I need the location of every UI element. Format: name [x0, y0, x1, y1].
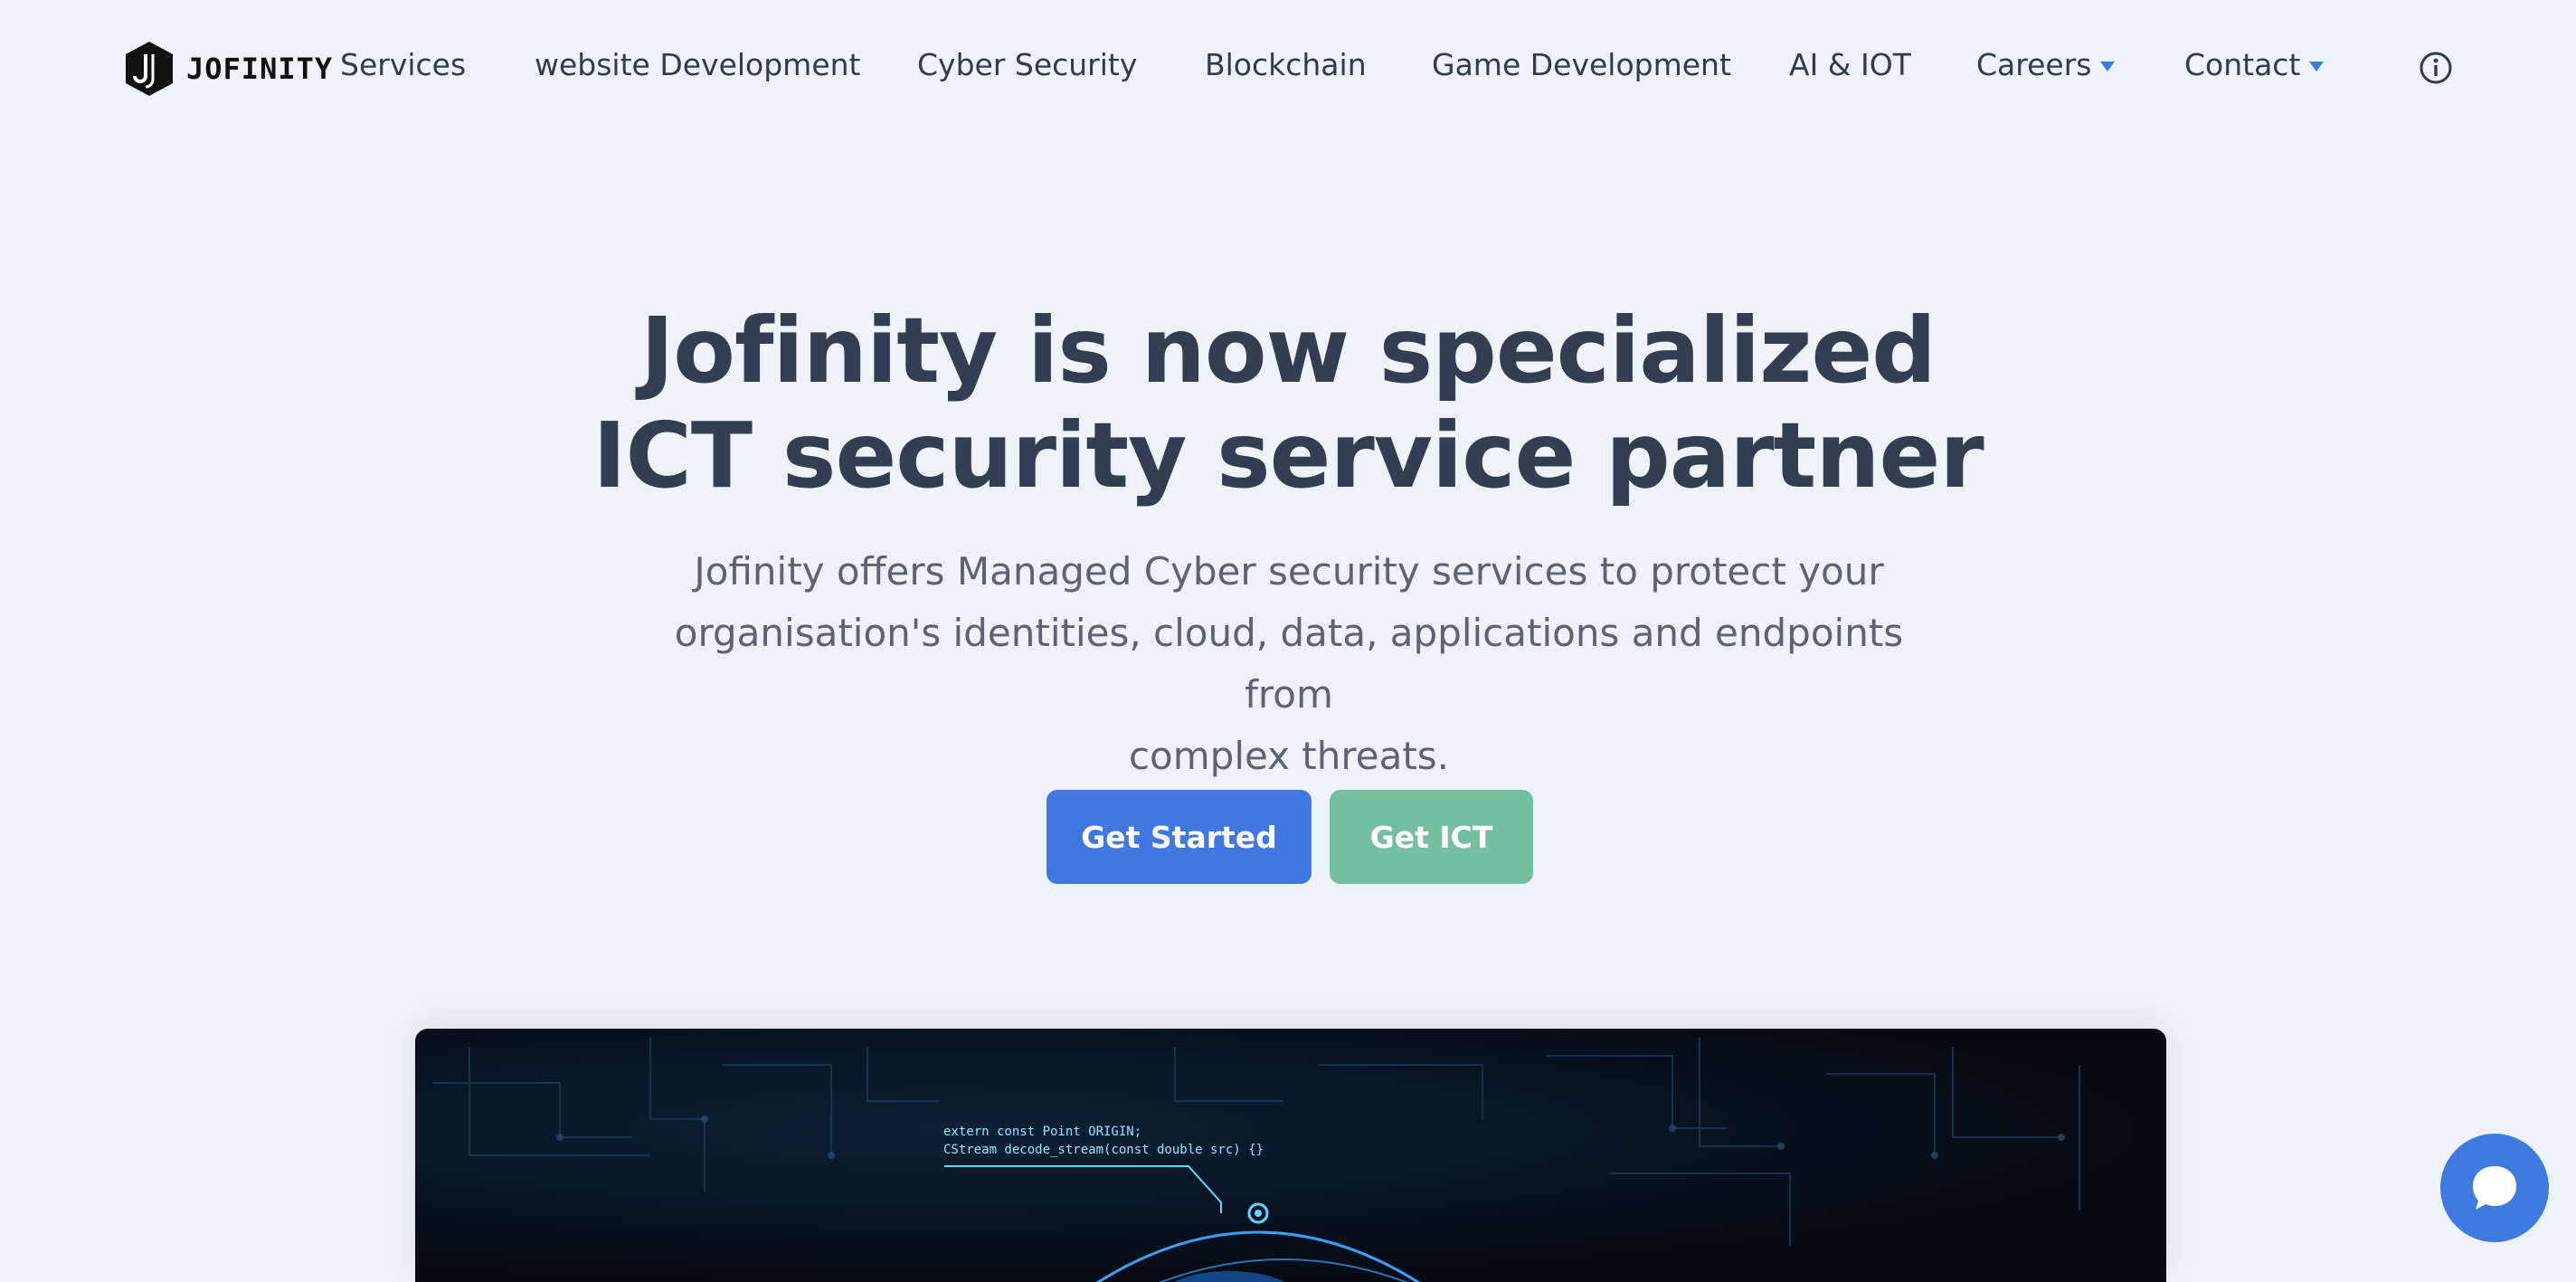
top-navigation: JOFINITY Services website Development Cy… [0, 0, 2576, 138]
nav-ai-iot[interactable]: AI & IOT [1789, 47, 1911, 82]
hero-title-line: ICT security service partner [592, 403, 1984, 508]
code-snippet-line: extern const Point ORIGIN; [943, 1125, 1142, 1139]
brand-logo[interactable]: JOFINITY [123, 40, 333, 98]
chat-bubble-icon [2473, 1166, 2516, 1210]
get-ict-button[interactable]: Get ICT [1330, 790, 1533, 884]
nav-label: Cyber Security [917, 47, 1138, 82]
nav-label: Game Development [1432, 47, 1731, 82]
hero-media-image: extern const Point ORIGIN; CStream decod… [415, 1029, 2166, 1282]
circuit-graphic [433, 1038, 2080, 1282]
nav-website-development[interactable]: website Development [535, 47, 861, 82]
hero-subtitle-line: organisation's identities, cloud, data, … [674, 611, 1904, 717]
nav-label: website Development [535, 47, 861, 82]
logo-icon [126, 42, 173, 96]
nav-blockchain[interactable]: Blockchain [1205, 47, 1367, 82]
nav-label: Careers [1976, 47, 2092, 82]
info-circle-icon[interactable] [2419, 51, 2453, 85]
hero-title: Jofinity is now specialized ICT security… [0, 299, 2576, 508]
caret-down-icon [2100, 62, 2116, 71]
caret-down-icon [2309, 62, 2325, 71]
nav-cyber-security[interactable]: Cyber Security [917, 47, 1137, 82]
nav-contact[interactable]: Contact [2184, 47, 2325, 82]
hero-title-line: Jofinity is now specialized [640, 298, 1937, 404]
nav-label: Contact [2184, 47, 2301, 82]
nav-label: AI & IOT [1789, 47, 1911, 82]
nav-label: Blockchain [1205, 47, 1367, 82]
nav-careers[interactable]: Careers [1976, 47, 2116, 82]
hero-subtitle-line: Jofinity offers Managed Cyber security s… [694, 549, 1884, 594]
chat-widget-button[interactable] [2440, 1134, 2549, 1242]
nav-services[interactable]: Services [340, 47, 466, 82]
hero-subtitle-line: complex threats. [1128, 734, 1450, 778]
hero-subtitle: Jofinity offers Managed Cyber security s… [633, 541, 1945, 787]
get-started-button[interactable]: Get Started [1046, 790, 1312, 884]
brand-name: JOFINITY [186, 52, 334, 86]
nav-label: Services [340, 47, 467, 82]
code-snippet-line: CStream decode_stream(const double src) … [943, 1143, 1264, 1157]
nav-game-development[interactable]: Game Development [1432, 47, 1731, 82]
